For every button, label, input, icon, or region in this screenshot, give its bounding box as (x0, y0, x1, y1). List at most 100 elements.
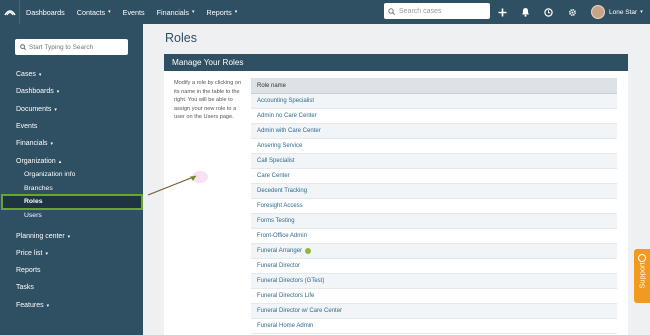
table-row[interactable]: Foresight Access (251, 199, 617, 214)
nav-dashboards-label: Dashboards (26, 7, 65, 17)
sidebar-item-label: Price list (16, 250, 43, 257)
role-name-link[interactable]: Funeral Arranger (257, 248, 302, 254)
nav-financials-label: Financials (156, 7, 189, 17)
table-row[interactable]: Front-Office Admin (251, 229, 617, 244)
role-name-link[interactable]: Forms Testing (257, 218, 295, 224)
role-name-link[interactable]: Care Center (257, 173, 290, 179)
page-title: Roles (165, 31, 197, 45)
table-row[interactable]: Call Specialist (251, 154, 617, 169)
role-name-link[interactable]: Funeral Directors Life (257, 293, 314, 299)
user-name: Lone Star (609, 8, 638, 16)
nav-events-label: Events (122, 7, 145, 17)
table-row[interactable]: Funeral Directors (GTest) (251, 274, 617, 289)
chevron-down-icon: ▾ (56, 89, 60, 95)
sidebar-item-label: Organization (16, 158, 56, 165)
table-row[interactable]: Funeral Home Admin (251, 319, 617, 334)
sidebar-item-label: Features (16, 302, 44, 309)
sidebar-item-tasks[interactable]: Tasks (16, 284, 34, 291)
sidebar-item-label: Tasks (16, 284, 34, 291)
logo-icon (3, 10, 16, 16)
roles-table: Role name Accounting Specialist Admin no … (251, 78, 617, 334)
sidebar-item-organization[interactable]: Organization ▴ (16, 158, 61, 165)
chevron-down-icon: ▾ (54, 107, 57, 113)
chevron-down-icon: ▾ (45, 251, 48, 257)
role-name-link[interactable]: Accounting Specialist (257, 98, 314, 104)
sidebar-item-label: Financials (16, 140, 48, 147)
role-name-link[interactable]: Admin no Care Center (257, 113, 317, 119)
sidebar-item-label: Roles (24, 198, 43, 205)
sidebar-item-branches[interactable]: Branches (24, 185, 53, 192)
app-logo[interactable] (0, 0, 20, 24)
chevron-down-icon: ▾ (67, 234, 71, 240)
nav-reports[interactable]: Reports ▾ (201, 0, 244, 24)
role-name-link[interactable]: Funeral Home Admin (257, 323, 313, 329)
annotation-arrow (147, 171, 208, 196)
sidebar-item-label: Reports (16, 267, 41, 274)
nav-reports-label: Reports (206, 7, 232, 17)
table-row[interactable]: Decedent Tracking (251, 184, 617, 199)
search-icon (20, 44, 26, 50)
sidebar-item-label: Events (16, 123, 38, 130)
support-label: Support (637, 262, 647, 289)
table-row[interactable]: Accounting Specialist (251, 94, 617, 109)
nav-dashboards[interactable]: Dashboards (20, 0, 71, 24)
add-icon[interactable] (495, 5, 509, 19)
sidebar-item-features[interactable]: Features ▾ (16, 302, 49, 309)
sidebar-item-reports[interactable]: Reports (16, 267, 41, 274)
sidebar-search-input[interactable]: Start Typing to Search (15, 39, 128, 55)
gear-icon[interactable] (565, 5, 579, 19)
table-row[interactable]: Funeral Director (251, 259, 617, 274)
sidebar-item-label: Branches (24, 185, 53, 192)
sidebar-item-label: Documents (16, 106, 52, 113)
emoji-icon (305, 248, 312, 254)
role-name-link[interactable]: Funeral Director w/ Care Center (257, 308, 342, 314)
table-row[interactable]: Forms Testing (251, 214, 617, 229)
bell-icon[interactable] (518, 5, 532, 19)
role-name-link[interactable]: Admin with Care Center (257, 128, 321, 134)
nav-financials[interactable]: Financials ▾ (151, 0, 201, 24)
table-row[interactable]: Care Center (251, 169, 617, 184)
sidebar-item-documents[interactable]: Documents ▾ (16, 106, 57, 113)
chevron-down-icon: ▾ (50, 141, 54, 147)
sidebar-item-roles[interactable]: Roles (1, 194, 143, 210)
role-name-link[interactable]: Funeral Directors (GTest) (257, 278, 324, 284)
avatar (591, 5, 605, 19)
chevron-up-icon: ▴ (58, 159, 62, 165)
nav-contacts[interactable]: Contacts ▾ (71, 0, 117, 24)
role-name-link[interactable]: Call Specialist (257, 158, 295, 164)
sidebar-item-cases[interactable]: Cases ▾ (16, 71, 41, 78)
sidebar-item-label: Cases (16, 71, 36, 78)
role-name-link[interactable]: Foresight Access (257, 203, 303, 209)
chevron-down-icon: ▾ (234, 9, 238, 15)
user-menu[interactable]: Lone Star ▾ (591, 3, 643, 21)
nav-events[interactable]: Events (117, 0, 151, 24)
manage-roles-panel: Manage Your Roles Modify a role by click… (164, 54, 628, 335)
sidebar-item-dashboards[interactable]: Dashboards ▾ (16, 88, 59, 95)
sidebar-item-users[interactable]: Users (24, 212, 42, 219)
table-row[interactable]: Funeral Director w/ Care Center (251, 304, 617, 319)
role-name-link[interactable]: Funeral Director (257, 263, 300, 269)
support-tab[interactable]: Support (634, 249, 650, 303)
table-row[interactable]: Funeral Arranger (251, 244, 617, 259)
sidebar-item-events[interactable]: Events (16, 123, 37, 130)
table-row[interactable]: Admin no Care Center (251, 109, 617, 124)
sidebar-item-label: Planning center (16, 233, 65, 240)
sidebar-item-financials[interactable]: Financials ▾ (16, 140, 53, 147)
chevron-down-icon: ▾ (38, 72, 42, 78)
table-row[interactable]: Funeral Directors Life (251, 289, 617, 304)
sidebar-item-price-list[interactable]: Price list ▾ (16, 250, 48, 257)
role-name-link[interactable]: Ansering Service (257, 143, 302, 149)
role-name-link[interactable]: Front-Office Admin (257, 233, 307, 239)
table-header: Role name (251, 78, 617, 94)
sidebar-search-placeholder: Start Typing to Search (29, 43, 94, 51)
sidebar-item-planning-center[interactable]: Planning center ▾ (16, 233, 70, 240)
sidebar-item-label: Dashboards (16, 88, 54, 95)
clock-icon[interactable] (541, 5, 555, 19)
table-row[interactable]: Ansering Service (251, 139, 617, 154)
case-search-input[interactable]: Search cases (384, 3, 490, 19)
role-name-link[interactable]: Decedent Tracking (257, 188, 307, 194)
table-row[interactable]: Admin with Care Center (251, 124, 617, 139)
sidebar-item-label: Users (24, 212, 42, 219)
nav-contacts-label: Contacts (76, 7, 106, 17)
sidebar-item-organization-info[interactable]: Organization info (24, 171, 75, 178)
